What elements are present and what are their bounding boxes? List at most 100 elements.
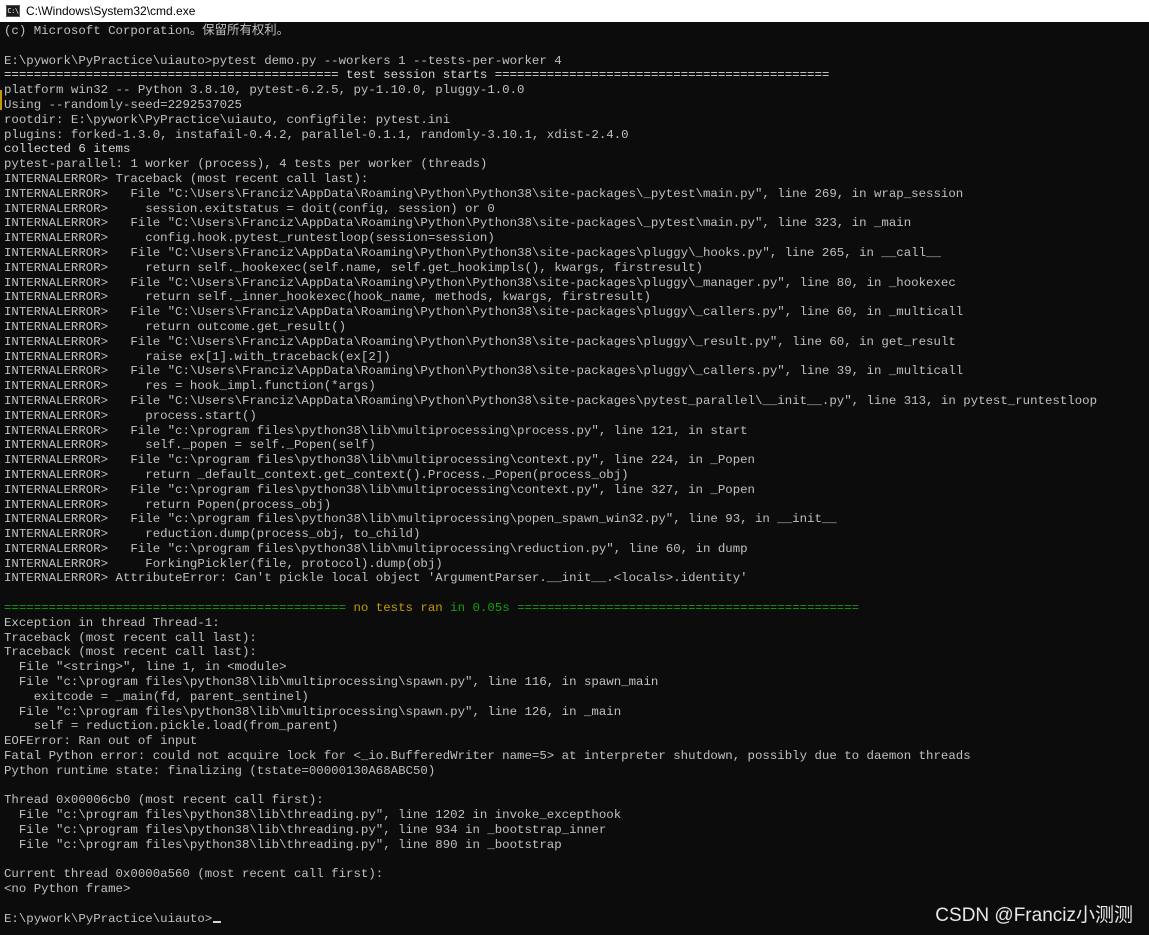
console-text: (c) Microsoft Corporation。保留所有权利。 [4,24,290,38]
console-line: INTERNALERROR> return self._inner_hookex… [4,290,1097,305]
console-text: INTERNALERROR> return outcome.get_result… [4,319,347,334]
console-line: INTERNALERROR> self._popen = self._Popen… [4,438,1097,453]
console-text: File "<string>", line 1, in <module> [4,660,287,675]
console-line: INTERNALERROR> File "C:\Users\Franciz\Ap… [4,216,1097,231]
console-text: INTERNALERROR> File "C:\Users\Franciz\Ap… [4,275,956,290]
console-text: E:\pywork\PyPractice\uiauto>pytest demo.… [4,53,562,68]
console-line: File "c:\program files\python38\lib\thre… [4,823,1097,838]
console-text: File "c:\program files\python38\lib\mult… [4,704,622,719]
console-line: INTERNALERROR> session.exitstatus = doit… [4,202,1097,217]
console-line: Using --randomly-seed=2292537025 [4,98,1097,113]
console-text: Exception in thread Thread-1: [4,615,220,630]
console-line: rootdir: E:\pywork\PyPractice\uiauto, co… [4,113,1097,128]
console-lines: (c) Microsoft Corporation。保留所有权利。 E:\pywo… [4,24,1097,927]
console-text: INTERNALERROR> File "C:\Users\Franciz\Ap… [4,334,956,349]
console-text: Python runtime state: finalizing (tstate… [4,763,436,778]
console-text: INTERNALERROR> config.hook.pytest_runtes… [4,231,495,246]
window-titlebar[interactable]: C:\ C:\Windows\System32\cmd.exe [0,0,1149,23]
console-text: INTERNALERROR> File "C:\Users\Franciz\Ap… [4,245,941,260]
console-text: INTERNALERROR> File "c:\program files\py… [4,482,755,497]
console-text: in 0.05s ===============================… [442,601,860,616]
console-text: INTERNALERROR> raise ex[1].with_tracebac… [4,349,391,364]
console-line: INTERNALERROR> process.start() [4,409,1097,424]
console-line: platform win32 -- Python 3.8.10, pytest-… [4,83,1097,98]
console-text: <no Python frame> [4,882,131,897]
console-text: INTERNALERROR> File "c:\program files\py… [4,423,748,438]
console-text: self = reduction.pickle.load(from_parent… [4,719,339,734]
console-line: File "<string>", line 1, in <module> [4,660,1097,675]
console-text: INTERNALERROR> File "C:\Users\Franciz\Ap… [4,393,1098,408]
console-text: INTERNALERROR> session.exitstatus = doit… [4,201,495,216]
console-line: pytest-parallel: 1 worker (process), 4 t… [4,157,1097,172]
console-text: File "c:\program files\python38\lib\thre… [4,808,622,823]
console-text: exitcode = _main(fd, parent_sentinel) [4,689,309,704]
console-text: INTERNALERROR> self._popen = self._Popen… [4,438,376,453]
console-text: EOFError: Ran out of input [4,734,198,749]
watermark: CSDN @Franciz小测测 [935,905,1133,926]
console-line: INTERNALERROR> config.hook.pytest_runtes… [4,231,1097,246]
console-line: INTERNALERROR> File "C:\Users\Franciz\Ap… [4,305,1097,320]
console-text: INTERNALERROR> return Popen(process_obj) [4,497,332,512]
console-line: EOFError: Ran out of input [4,734,1097,749]
text-cursor [213,920,222,923]
console-text: Using --randomly-seed=2292537025 [4,97,242,112]
console-line: E:\pywork\PyPractice\uiauto>pytest demo.… [4,54,1097,69]
console-text: Thread 0x00006cb0 (most recent call firs… [4,793,324,808]
console-line: Traceback (most recent call last): [4,645,1097,660]
line-marker [0,90,2,110]
console-line: INTERNALERROR> File "c:\program files\py… [4,483,1097,498]
console-text: INTERNALERROR> File "c:\program files\py… [4,512,837,527]
console-line: INTERNALERROR> File "C:\Users\Franciz\Ap… [4,335,1097,350]
console-line: self = reduction.pickle.load(from_parent… [4,719,1097,734]
console-line: INTERNALERROR> raise ex[1].with_tracebac… [4,350,1097,365]
console-text: Traceback (most recent call last): [4,645,257,660]
console-line: ========================================… [4,68,1097,83]
console-line: plugins: forked-1.3.0, instafail-0.4.2, … [4,128,1097,143]
console-text: INTERNALERROR> File "C:\Users\Franciz\Ap… [4,305,964,320]
console-text: INTERNALERROR> return self._hookexec(sel… [4,260,703,275]
console-line: INTERNALERROR> AttributeError: Can't pic… [4,571,1097,586]
console-line: exitcode = _main(fd, parent_sentinel) [4,690,1097,705]
console-text: INTERNALERROR> File "C:\Users\Franciz\Ap… [4,364,964,379]
console-text: INTERNALERROR> File "C:\Users\Franciz\Ap… [4,186,964,201]
console-line: File "c:\program files\python38\lib\mult… [4,705,1097,720]
console-text: E:\pywork\PyPractice\uiauto> [4,911,213,926]
console-line: INTERNALERROR> return self._hookexec(sel… [4,261,1097,276]
console-line: INTERNALERROR> File "c:\program files\py… [4,512,1097,527]
console-line: INTERNALERROR> reduction.dump(process_ob… [4,527,1097,542]
console-text: Fatal Python error: could not acquire lo… [4,749,971,764]
console-text: no tests ran [353,601,443,616]
console-text: platform win32 -- Python 3.8.10, pytest-… [4,83,525,98]
console-text: INTERNALERROR> AttributeError: Can't pic… [4,571,748,586]
console-text: INTERNALERROR> ForkingPickler(file, prot… [4,556,443,571]
console-line: INTERNALERROR> return Popen(process_obj) [4,498,1097,513]
console-line: INTERNALERROR> File "C:\Users\Franciz\Ap… [4,187,1097,202]
console-output[interactable]: (c) Microsoft Corporation。保留所有权利。 E:\pywo… [0,22,1149,935]
console-line: File "c:\program files\python38\lib\mult… [4,675,1097,690]
console-line: INTERNALERROR> File "c:\program files\py… [4,542,1097,557]
console-text: INTERNALERROR> res = hook_impl.function(… [4,379,376,394]
console-text: rootdir: E:\pywork\PyPractice\uiauto, co… [4,112,451,127]
console-text: INTERNALERROR> process.start() [4,408,257,423]
console-line: Current thread 0x0000a560 (most recent c… [4,867,1097,882]
console-line: INTERNALERROR> ForkingPickler(file, prot… [4,557,1097,572]
console-text: pytest-parallel: 1 worker (process), 4 t… [4,157,488,172]
console-text: INTERNALERROR> Traceback (most recent ca… [4,171,369,186]
console-line: File "c:\program files\python38\lib\thre… [4,808,1097,823]
console-line: (c) Microsoft Corporation。保留所有权利。 [4,24,1097,39]
console-line: Thread 0x00006cb0 (most recent call firs… [4,793,1097,808]
console-line: INTERNALERROR> File "C:\Users\Franciz\Ap… [4,246,1097,261]
console-line: INTERNALERROR> return _default_context.g… [4,468,1097,483]
cmd-icon: C:\ [6,5,20,17]
console-line: INTERNALERROR> File "c:\program files\py… [4,453,1097,468]
console-line: Traceback (most recent call last): [4,631,1097,646]
console-text: INTERNALERROR> File "c:\program files\py… [4,453,755,468]
console-line: INTERNALERROR> Traceback (most recent ca… [4,172,1097,187]
console-text: File "c:\program files\python38\lib\mult… [4,675,659,690]
console-line: <no Python frame> [4,882,1097,897]
console-line: INTERNALERROR> File "c:\program files\py… [4,424,1097,439]
window-title: C:\Windows\System32\cmd.exe [26,4,196,18]
